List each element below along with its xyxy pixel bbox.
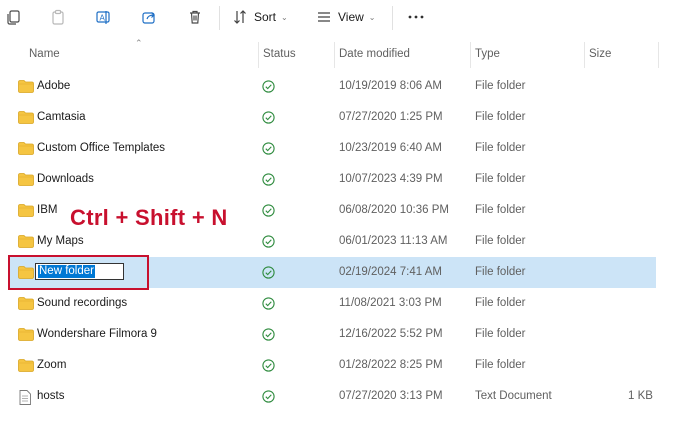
file-row[interactable]: Custom Office Templates 10/23/2019 6:40 A… [8,133,656,164]
column-divider[interactable] [470,42,471,68]
shortcut-annotation: Ctrl + Shift + N [70,205,228,230]
file-row[interactable]: Zoom 01/28/2022 8:25 PM File folder [8,350,656,381]
sync-status-icon [262,390,275,408]
chevron-down-icon: ⌄ [368,12,376,22]
file-date: 11/08/2021 3:03 PM [339,297,442,309]
file-type: File folder [475,173,526,185]
column-size[interactable]: Size [589,40,611,68]
folder-icon [18,328,34,346]
command-bar: A Sort ⌄ View ⌄ [0,0,687,36]
paste-icon [52,9,64,25]
file-date: 01/28/2022 8:25 PM [339,359,443,371]
file-name: hosts [37,390,65,402]
file-date: 07/27/2020 1:25 PM [339,111,443,123]
file-name: Sound recordings [37,297,128,309]
file-row[interactable]: Adobe 10/19/2019 8:06 AM File folder [8,71,656,102]
sync-status-icon [262,359,275,377]
sort-icon [234,10,246,24]
file-name: IBM [37,204,58,216]
trash-icon [190,10,200,24]
paste-button[interactable] [47,4,69,30]
file-type: File folder [475,266,526,278]
file-row[interactable]: Camtasia 07/27/2020 1:25 PM File folder [8,102,656,133]
file-row[interactable]: Wondershare Filmora 9 12/16/2022 5:52 PM F… [8,319,656,350]
highlight-box [8,255,149,290]
folder-icon [18,359,34,377]
file-date: 12/16/2022 5:52 PM [339,328,443,340]
folder-icon [18,235,34,253]
file-size: 1 KB [628,390,653,402]
file-date: 10/19/2019 8:06 AM [339,80,442,92]
file-type: File folder [475,142,526,154]
sort-button[interactable]: Sort ⌄ [232,4,288,30]
file-date: 06/01/2023 11:13 AM [339,235,448,247]
folder-icon [18,173,34,191]
column-header: ⌃ Name Status Date modified Type Size [0,38,687,68]
view-icon [318,12,330,22]
folder-icon [18,142,34,160]
column-divider[interactable] [658,42,659,68]
file-name: Zoom [37,359,67,371]
rename-button[interactable]: A [92,4,114,30]
file-name: Downloads [37,173,94,185]
sync-status-icon [262,266,275,284]
column-status[interactable]: Status [263,40,296,68]
sync-status-icon [262,328,275,346]
sync-status-icon [262,173,275,191]
sort-label: Sort [254,10,277,24]
column-divider[interactable] [258,42,259,68]
file-date: 10/23/2019 6:40 AM [339,142,442,154]
sync-status-icon [262,204,275,222]
copy-icon [7,10,20,25]
text-file-icon [18,390,32,410]
column-divider[interactable] [334,42,335,68]
column-divider[interactable] [584,42,585,68]
file-type: File folder [475,328,526,340]
file-type: File folder [475,359,526,371]
share-icon [142,12,155,24]
file-type: File folder [475,111,526,123]
file-date: 06/08/2020 10:36 PM [339,204,449,216]
delete-button[interactable] [184,4,206,30]
file-row[interactable]: hosts 07/27/2020 3:13 PM Text Document 1 KB [8,381,656,412]
file-name: Wondershare Filmora 9 [37,328,157,340]
file-name: Camtasia [37,111,86,123]
file-date: 07/27/2020 3:13 PM [339,390,443,402]
folder-icon [18,111,34,129]
file-type: File folder [475,297,526,309]
file-row[interactable]: Sound recordings 11/08/2021 3:03 PM File f… [8,288,656,319]
sync-status-icon [262,235,275,253]
column-type[interactable]: Type [475,40,500,68]
file-name: Adobe [37,80,71,92]
file-row[interactable]: Downloads 10/07/2023 4:39 PM File folder [8,164,656,195]
sync-status-icon [262,142,275,160]
file-type: File folder [475,204,526,216]
chevron-down-icon: ⌄ [281,12,288,22]
file-name: Custom Office Templates [37,142,166,154]
share-button[interactable] [138,4,160,30]
more-options-button[interactable] [405,4,427,30]
copy-button[interactable] [2,4,24,30]
svg-text:A: A [99,13,105,22]
file-type: File folder [475,80,526,92]
column-name[interactable]: Name [29,40,60,68]
folder-icon [18,297,34,315]
view-label: View [338,10,364,24]
file-date: 02/19/2024 7:41 AM [339,266,442,278]
rename-icon: A [95,10,110,24]
file-date: 10/07/2023 4:39 PM [339,173,443,185]
file-type: Text Document [475,390,552,402]
more-icon [408,15,424,19]
toolbar-divider [392,6,393,30]
file-type: File folder [475,235,526,247]
folder-icon [18,80,34,98]
sync-status-icon [262,297,275,315]
sync-status-icon [262,80,275,98]
folder-icon [18,204,34,222]
sync-status-icon [262,111,275,129]
column-date-modified[interactable]: Date modified [339,40,410,68]
view-button[interactable]: View ⌄ [316,4,376,30]
toolbar-divider [219,6,220,30]
sort-ascending-icon: ⌃ [135,38,143,48]
